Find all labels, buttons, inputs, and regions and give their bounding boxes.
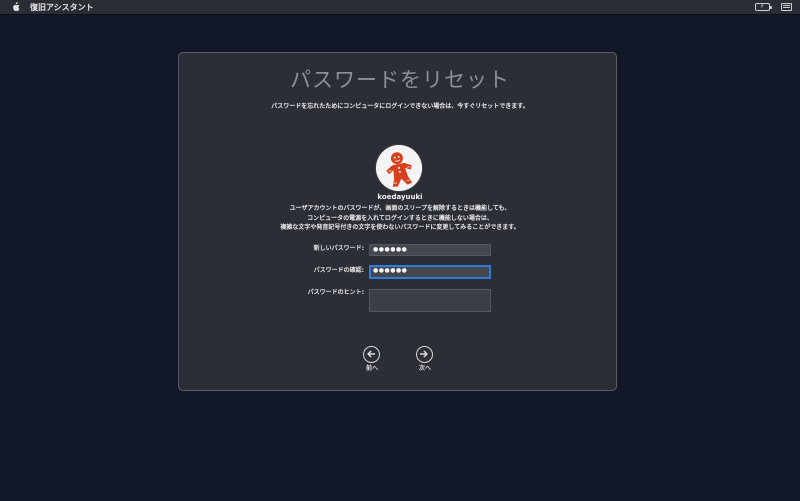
gingerbread-man-icon bbox=[376, 145, 422, 191]
new-password-field[interactable]: ●●●●●● bbox=[369, 244, 491, 256]
user-avatar bbox=[376, 145, 422, 191]
forward-arrow-icon bbox=[416, 346, 433, 363]
battery-icon[interactable]: ⚡ bbox=[755, 3, 772, 11]
user-name: koedayuuki bbox=[377, 193, 423, 201]
description-line: ユーザアカウントのパスワードが、画面のスリープを解除するときは機能しても、 bbox=[289, 205, 511, 212]
menu-app-title[interactable]: 復旧アシスタント bbox=[30, 1, 94, 14]
menu-bar: 復旧アシスタント ⚡ bbox=[0, 0, 800, 15]
description-text: ユーザアカウントのパスワードが、画面のスリープを解除するときは機能しても、 コン… bbox=[0, 204, 800, 233]
description-line: 複雑な文字や発音記号付きの文字を使わないパスワードに変更してみることができます。 bbox=[280, 224, 520, 231]
description-line: コンピュータの電源を入れてログインするときに機能しない場合は、 bbox=[307, 214, 493, 222]
new-password-label: 新しいパスワード: bbox=[313, 245, 364, 252]
next-button-label: 次へ bbox=[418, 365, 431, 372]
keyboard-icon[interactable] bbox=[781, 3, 792, 11]
charging-bolt-icon: ⚡ bbox=[760, 3, 765, 10]
apple-icon[interactable] bbox=[11, 2, 20, 12]
dialog-title: パスワードをリセット bbox=[290, 68, 510, 92]
back-button-label: 前へ bbox=[365, 365, 378, 372]
verify-password-field[interactable]: ●●●●●● bbox=[369, 265, 491, 279]
back-arrow-icon bbox=[363, 346, 380, 363]
back-button[interactable]: 前へ bbox=[357, 346, 387, 382]
next-button[interactable]: 次へ bbox=[410, 346, 440, 382]
dialog-subtitle: パスワードを忘れたためにコンピュータにログインできない場合は、今すぐリセットでき… bbox=[271, 103, 529, 110]
verify-password-label: パスワードの確認: bbox=[313, 267, 364, 274]
password-hint-field[interactable] bbox=[369, 289, 491, 312]
password-hint-label: パスワードのヒント: bbox=[307, 289, 364, 296]
